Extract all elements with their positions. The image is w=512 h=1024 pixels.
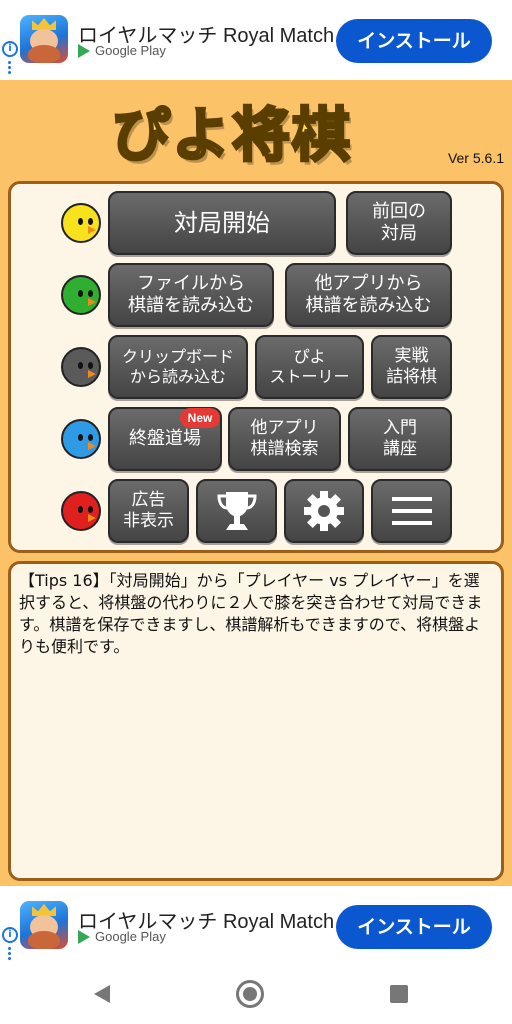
ad-info-icon[interactable]: i — [2, 41, 18, 57]
piyo-story-button[interactable]: ぴよ ストーリー — [255, 335, 364, 399]
google-play-icon — [78, 930, 90, 944]
hide-ads-button[interactable]: 広告 非表示 — [108, 479, 189, 543]
intro-lessons-button[interactable]: 入門 講座 — [348, 407, 452, 471]
settings-button[interactable] — [284, 479, 364, 543]
ad-store: Google Play — [78, 929, 166, 944]
ad-store: Google Play — [78, 43, 166, 58]
tips-text: 【Tips 16】「対局開始」から「プレイヤー vs プレイヤー」を選択すると、… — [19, 571, 483, 656]
yellow-bird-icon — [61, 203, 101, 243]
new-badge: New — [180, 408, 220, 428]
ad-install-button[interactable]: インストール — [336, 905, 492, 949]
tsume-shogi-button[interactable]: 実戦 詰将棋 — [371, 335, 452, 399]
previous-game-button[interactable]: 前回の 対局 — [346, 191, 452, 255]
load-from-clipboard-button[interactable]: クリップボード から読み込む — [108, 335, 248, 399]
ad-banner-top[interactable]: i ロイヤルマッチ Royal Match Google Play インストール — [0, 0, 512, 80]
green-bird-icon — [61, 275, 101, 315]
back-icon[interactable] — [94, 985, 110, 1003]
home-icon[interactable] — [236, 980, 264, 1008]
ad-store-label: Google Play — [95, 43, 166, 58]
tips-panel: 【Tips 16】「対局開始」から「プレイヤー vs プレイヤー」を選択すると、… — [8, 561, 504, 881]
ad-app-icon[interactable] — [20, 15, 68, 63]
ad-app-icon[interactable] — [20, 901, 68, 949]
app-logo: ぴよ将棋 — [110, 100, 353, 171]
hamburger-menu-icon — [391, 497, 432, 525]
system-nav-bar — [0, 966, 512, 1024]
ad-options-icon[interactable] — [8, 947, 12, 962]
gray-bird-icon — [61, 347, 101, 387]
other-app-kifu-search-button[interactable]: 他アプリ 棋譜検索 — [228, 407, 341, 471]
hamburger-menu-button[interactable] — [371, 479, 452, 543]
ad-options-icon[interactable] — [8, 61, 12, 76]
version-label: Ver 5.6.1 — [447, 150, 504, 166]
start-game-button[interactable]: 対局開始 — [108, 191, 336, 255]
recent-apps-icon[interactable] — [390, 985, 408, 1003]
trophy-button[interactable] — [196, 479, 277, 543]
blue-bird-icon — [61, 419, 101, 459]
ad-store-label: Google Play — [95, 929, 166, 944]
load-kifu-from-file-button[interactable]: ファイルから 棋譜を読み込む — [108, 263, 274, 327]
trophy-icon — [216, 492, 257, 530]
ad-banner-bottom[interactable]: i ロイヤルマッチ Royal Match Google Play インストール — [0, 886, 512, 966]
red-bird-icon — [61, 491, 101, 531]
ad-install-button[interactable]: インストール — [336, 19, 492, 63]
load-kifu-from-other-app-button[interactable]: 他アプリから 棋譜を読み込む — [285, 263, 452, 327]
ad-info-icon[interactable]: i — [2, 927, 18, 943]
gear-icon — [304, 491, 344, 531]
google-play-icon — [78, 44, 90, 58]
